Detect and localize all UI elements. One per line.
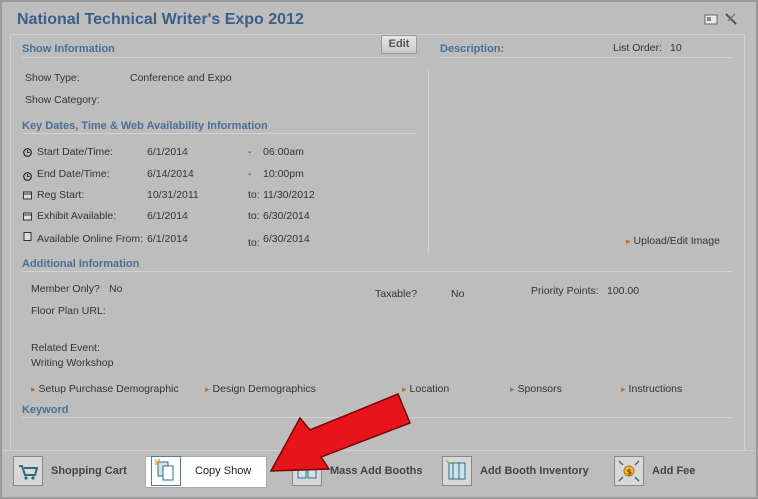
upload-edit-image-link[interactable]: Upload/Edit Image — [626, 235, 720, 247]
add-fee-label: Add Fee — [652, 465, 696, 477]
start-date-label: Start Date/Time: — [37, 146, 114, 158]
location-link[interactable]: Location — [402, 383, 450, 395]
setup-purchase-demographic-link[interactable]: Setup Purchase Demographic — [31, 383, 179, 395]
cart-icon — [13, 456, 43, 486]
related-event-label: Related Event: — [31, 342, 100, 354]
svg-text:$: $ — [627, 468, 633, 477]
available-online-end-value: 6/30/2014 — [263, 233, 310, 245]
shopping-cart-label: Shopping Cart — [51, 465, 127, 477]
member-only-label: Member Only? — [31, 283, 100, 295]
list-order-value: 10 — [670, 42, 682, 54]
start-sep: - — [248, 146, 252, 158]
end-sep: - — [248, 168, 252, 180]
calendar-icon — [23, 212, 32, 221]
start-time-value: 06:00am — [263, 146, 304, 158]
divider — [22, 57, 416, 58]
mass-add-booths-button[interactable]: Mass Add Booths — [292, 456, 423, 486]
document-icon — [23, 232, 32, 241]
inventory-icon — [442, 456, 472, 486]
exhibit-start-value: 6/1/2014 — [147, 210, 188, 222]
start-date-value: 6/1/2014 — [147, 146, 188, 158]
booths-icon — [292, 456, 322, 486]
add-booth-inventory-button[interactable]: Add Booth Inventory — [442, 456, 589, 486]
tools-icon[interactable] — [724, 12, 738, 26]
copy-icon — [151, 456, 181, 486]
show-category-label: Show Category: — [25, 94, 100, 106]
member-only-value: No — [109, 283, 123, 295]
show-type-value: Conference and Expo — [130, 72, 232, 84]
clock-icon — [23, 148, 32, 157]
floor-plan-url-label: Floor Plan URL: — [31, 305, 106, 317]
fee-icon: $ — [614, 456, 644, 486]
divider — [22, 417, 732, 418]
reg-end-value: 11/30/2012 — [263, 189, 315, 201]
shopping-cart-button[interactable]: Shopping Cart — [13, 456, 127, 486]
end-date-value: 6/14/2014 — [147, 168, 194, 180]
priority-points-label: Priority Points: — [531, 285, 599, 297]
reg-start-label: Reg Start: — [37, 189, 85, 201]
end-time-value: 10:00pm — [263, 168, 304, 180]
sponsors-link[interactable]: Sponsors — [510, 383, 562, 395]
show-type-label: Show Type: — [25, 72, 80, 84]
available-online-label: Available Online From: — [37, 233, 144, 245]
key-dates-heading: Key Dates, Time & Web Availability Infor… — [22, 120, 268, 132]
clock-icon — [23, 172, 32, 181]
design-demographics-link[interactable]: Design Demographics — [205, 383, 316, 395]
taxable-value: No — [451, 288, 465, 300]
add-fee-button[interactable]: $ Add Fee — [614, 456, 695, 486]
list-order-label: List Order: — [613, 42, 663, 54]
copy-show-label: Copy Show — [195, 465, 252, 477]
taxable-label: Taxable? — [375, 288, 418, 300]
available-online-start-value: 6/1/2014 — [147, 233, 188, 245]
page-title: National Technical Writer's Expo 2012 — [17, 11, 304, 28]
divider — [22, 133, 416, 134]
keyword-heading: Keyword — [22, 404, 69, 416]
exhibit-sep: to: — [248, 210, 260, 222]
reg-start-value: 10/31/2011 — [147, 189, 199, 201]
divider — [22, 271, 732, 272]
copy-show-button[interactable]: Copy Show — [151, 456, 251, 486]
add-booth-inventory-label: Add Booth Inventory — [480, 465, 589, 477]
exhibit-end-value: 6/30/2014 — [263, 210, 310, 222]
divider — [440, 57, 732, 58]
instructions-link[interactable]: Instructions — [621, 383, 683, 395]
header-icons — [704, 12, 738, 26]
priority-points-value: 100.00 — [607, 285, 640, 297]
description-heading: Description: — [440, 43, 505, 55]
card-icon[interactable] — [704, 12, 718, 26]
calendar-icon — [23, 191, 32, 200]
edit-button[interactable]: Edit — [381, 35, 417, 54]
column-divider — [428, 70, 429, 252]
mass-add-booths-label: Mass Add Booths — [330, 465, 423, 477]
available-online-sep: to: — [248, 237, 260, 249]
end-date-label: End Date/Time: — [37, 168, 110, 180]
related-event-value: Writing Workshop — [31, 357, 114, 369]
additional-information-heading: Additional Information — [22, 258, 140, 270]
reg-sep: to: — [248, 189, 260, 201]
show-information-heading: Show Information — [22, 43, 115, 55]
exhibit-available-label: Exhibit Available: — [37, 210, 117, 222]
